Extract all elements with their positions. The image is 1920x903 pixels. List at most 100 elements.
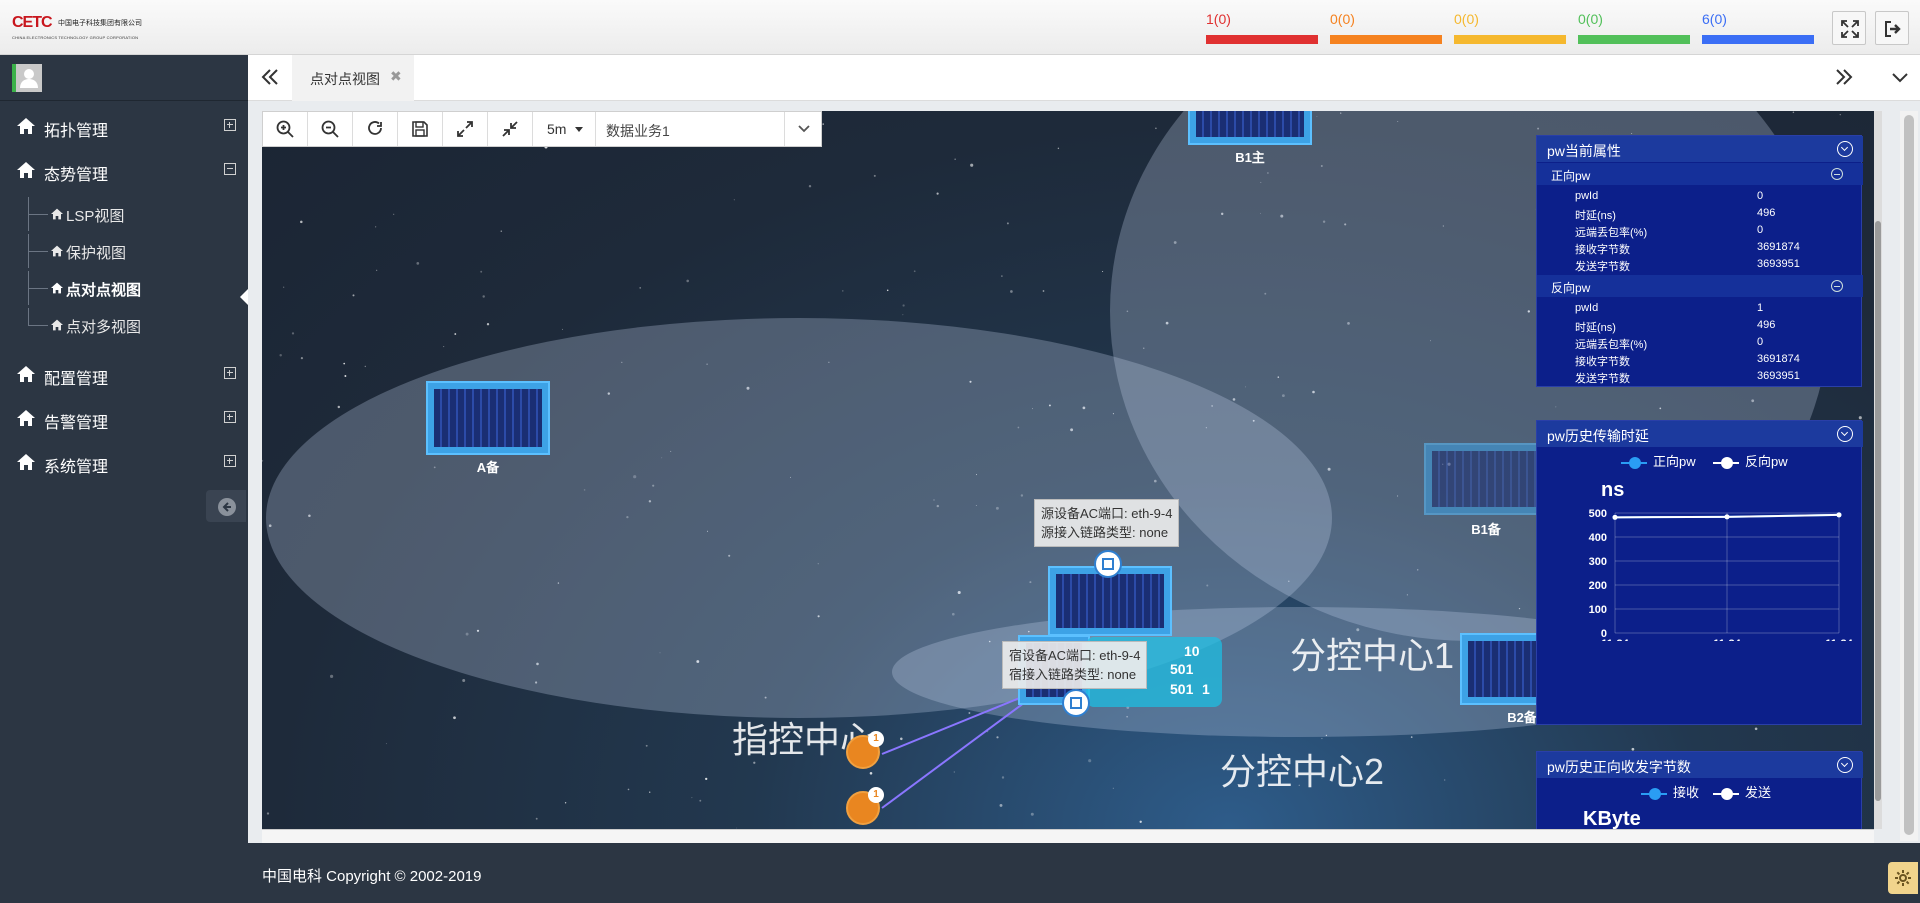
source-port-icon[interactable] [1094, 550, 1122, 578]
property-key: 时延(ns) [1575, 210, 1616, 222]
collapse-toggle-icon[interactable] [1837, 426, 1853, 442]
minus-circle-icon[interactable] [1831, 280, 1843, 292]
x-tick-label: 11:34 [1825, 638, 1853, 641]
footer: 中国电科 Copyright © 2002-2019 [248, 843, 1920, 903]
alarm-counter[interactable]: 0(0) [1454, 11, 1566, 45]
double-chevron-left-icon[interactable] [258, 65, 282, 89]
overlay-value: 501 [1170, 661, 1194, 677]
property-row: pwId 1 [1537, 300, 1863, 317]
y-tick-label: 500 [1589, 508, 1607, 520]
gear-icon [1895, 870, 1911, 886]
y-tick-label: 400 [1589, 532, 1607, 544]
double-chevron-right-icon[interactable] [1832, 65, 1856, 89]
service-select[interactable]: 数据业务1 [598, 112, 822, 146]
save-button[interactable] [398, 112, 443, 146]
refresh-button[interactable] [353, 112, 398, 146]
close-icon[interactable]: ✖ [390, 68, 402, 85]
user-icon [20, 69, 38, 88]
data-point [1612, 514, 1618, 520]
legend-receive[interactable]: 接收 [1641, 782, 1699, 801]
alarm-color-bar [1702, 35, 1814, 44]
source-port-tooltip: 源设备AC端口: eth-9-4 源接入链路类型: none [1034, 499, 1180, 547]
home-icon [17, 410, 35, 426]
sink-port-icon[interactable] [1062, 689, 1090, 717]
collapse-toggle-icon[interactable] [1837, 141, 1853, 157]
collapse-minus-icon[interactable] [224, 163, 236, 175]
panel-header[interactable]: pw历史传输时延 [1537, 421, 1863, 447]
x-tick-label: 11:34 [1713, 638, 1741, 641]
panel-header[interactable]: pw历史正向收发字节数 [1537, 752, 1863, 778]
table-header-strip [262, 829, 1874, 843]
menu-situation[interactable]: 态势管理 [0, 150, 248, 190]
expand-plus-icon[interactable] [224, 411, 236, 423]
menu-system[interactable]: 系统管理 [0, 442, 248, 482]
avatar[interactable] [12, 64, 42, 92]
fullscreen-button[interactable] [1832, 11, 1866, 45]
forward-pw-section[interactable]: 正向pw [1537, 163, 1863, 185]
property-row: 远端丢包率(%) 0 [1537, 222, 1863, 239]
zoom-in-button[interactable] [263, 112, 308, 146]
y-unit-label: KByte [1583, 808, 1641, 829]
canvas-scrollbar[interactable] [1874, 111, 1882, 829]
sidebar-collapse-button[interactable] [206, 490, 246, 522]
alarm-counter[interactable]: 1(0) [1206, 11, 1318, 45]
tab-bar: 点对点视图 ✖ [248, 55, 1920, 101]
settings-button[interactable] [1888, 862, 1918, 894]
menu-config[interactable]: 配置管理 [0, 354, 248, 394]
topology-canvas[interactable]: 指控中心 分控中心1 分控中心2 A备 B1主 B1备 B2备 10 501 5… [262, 111, 1874, 829]
alarm-counter[interactable]: 0(0) [1578, 11, 1690, 45]
submenu-lsp-view[interactable]: LSP视图 [0, 197, 248, 231]
chevron-down-icon[interactable] [1888, 65, 1912, 89]
region-label: 分控中心2 [1220, 751, 1385, 792]
dropdown-button[interactable] [784, 112, 822, 146]
section-title: 反向pw [1551, 281, 1591, 295]
expand-plus-icon[interactable] [224, 119, 236, 131]
menu-label: 告警管理 [44, 415, 109, 432]
menu-alarm[interactable]: 告警管理 [0, 398, 248, 438]
logout-button[interactable] [1875, 11, 1909, 45]
legend-forward[interactable]: 正向pw [1621, 451, 1696, 470]
property-value: 3693951 [1757, 370, 1800, 382]
property-value: 0 [1757, 336, 1764, 348]
device-a-backup[interactable] [426, 381, 550, 455]
alarm-counter[interactable]: 6(0) [1702, 11, 1814, 45]
panel-header[interactable]: pw当前属性 [1537, 136, 1863, 162]
device-b1-main[interactable] [1188, 111, 1312, 145]
submenu-p2p-view[interactable]: 点对点视图 [0, 271, 248, 305]
expand-plus-icon[interactable] [224, 455, 236, 467]
endpoint-node[interactable]: 1 [846, 731, 884, 769]
home-icon [51, 319, 63, 331]
zoom-out-button[interactable] [308, 112, 353, 146]
tooltip-line: 源接入链路类型: none [1041, 525, 1169, 540]
alarm-color-bar [1578, 35, 1690, 44]
page-scrollbar[interactable] [1900, 111, 1918, 841]
count-badge: 1 [868, 787, 884, 803]
panel-title: pw历史传输时延 [1547, 428, 1649, 444]
active-indicator [240, 289, 248, 305]
user-row [0, 55, 248, 101]
legend-reverse[interactable]: 反向pw [1713, 451, 1788, 470]
expand-plus-icon[interactable] [224, 367, 236, 379]
property-value: 3691874 [1757, 241, 1800, 253]
menu-topology[interactable]: 拓扑管理 [0, 106, 248, 146]
compress-button[interactable] [488, 112, 533, 146]
submenu-protection-view[interactable]: 保护视图 [0, 234, 248, 268]
legend-send[interactable]: 发送 [1713, 782, 1771, 801]
alarm-counter[interactable]: 0(0) [1330, 11, 1442, 45]
tab-p2p-view[interactable]: 点对点视图 ✖ [292, 55, 414, 101]
time-range-dropdown[interactable]: 5m [533, 112, 596, 146]
property-value: 1 [1757, 302, 1764, 314]
x-tick-label: 11:34 [1601, 638, 1629, 641]
device-label: B1主 [1235, 150, 1265, 165]
alarm-count: 0(0) [1578, 11, 1603, 27]
expand-button[interactable] [443, 112, 488, 146]
minus-circle-icon[interactable] [1831, 168, 1843, 180]
submenu-label: 点对点视图 [66, 282, 142, 299]
submenu-p2mp-view[interactable]: 点对多视图 [0, 308, 248, 342]
property-value: 496 [1757, 319, 1776, 331]
logo-cn-text: 中国电子科技集团有限公司 [58, 20, 142, 27]
reverse-pw-section[interactable]: 反向pw [1537, 275, 1863, 297]
device-b1-backup[interactable] [1424, 443, 1548, 515]
endpoint-node[interactable]: 1 [846, 787, 884, 825]
collapse-toggle-icon[interactable] [1837, 757, 1853, 773]
